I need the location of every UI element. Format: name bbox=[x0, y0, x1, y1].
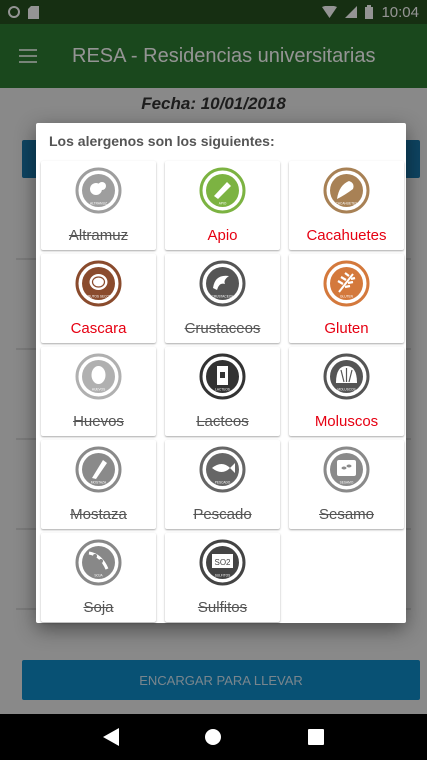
celery-icon: APIO bbox=[199, 167, 246, 214]
icon-caption: APIO bbox=[219, 202, 227, 206]
allergen-label: Moluscos bbox=[314, 413, 379, 430]
allergen-label: Lacteos bbox=[196, 413, 249, 430]
allergen-tile-cascara[interactable]: FRUTOS SECOS Cascara bbox=[41, 254, 156, 343]
icon-caption: SOJA bbox=[94, 574, 103, 578]
sulphite-icon: SO2 SULFITOS bbox=[199, 539, 246, 586]
allergen-label: Apio bbox=[207, 227, 238, 244]
fish-icon: PESCADO bbox=[199, 446, 246, 493]
icon-caption: ALTRAMUZ bbox=[90, 202, 107, 206]
wheat-icon: GLUTEN bbox=[323, 260, 370, 307]
dialog-title: Los alergenos son los siguientes: bbox=[49, 133, 275, 149]
icon-caption: SULFITOS bbox=[215, 574, 231, 578]
icon-caption: MOSTAZA bbox=[91, 481, 107, 485]
allergen-tile-gluten[interactable]: GLUTEN Gluten bbox=[289, 254, 404, 343]
allergen-label: Crustaceos bbox=[184, 320, 261, 337]
shell-icon: MOLUSCOS bbox=[323, 353, 370, 400]
icon-caption: SESAMO bbox=[340, 481, 354, 485]
allergen-tile-soja[interactable]: SOJA Soja bbox=[41, 533, 156, 622]
egg-icon: HUEVOS bbox=[75, 353, 122, 400]
lupin-icon: ALTRAMUZ bbox=[75, 167, 122, 214]
soy-icon: SOJA bbox=[75, 539, 122, 586]
sesame-icon: SESAMO bbox=[323, 446, 370, 493]
allergen-label: Gluten bbox=[324, 320, 369, 337]
allergen-label: Soja bbox=[83, 599, 114, 616]
home-icon[interactable] bbox=[204, 728, 222, 746]
back-icon[interactable] bbox=[102, 728, 119, 746]
allergen-tile-sesamo[interactable]: SESAMO Sesamo bbox=[289, 440, 404, 529]
allergen-tile-pescado[interactable]: PESCADO Pescado bbox=[165, 440, 280, 529]
allergen-label: Sesamo bbox=[318, 506, 375, 523]
peanut-icon: CACAHUETES bbox=[323, 167, 370, 214]
svg-text:SO2: SO2 bbox=[214, 558, 231, 567]
allergen-tile-crustaceos[interactable]: CRUSTACEOS Crustaceos bbox=[165, 254, 280, 343]
milk-icon: LACTEOS bbox=[199, 353, 246, 400]
allergen-tile-cacahuetes[interactable]: CACAHUETES Cacahuetes bbox=[289, 161, 404, 250]
icon-caption: PESCADO bbox=[215, 481, 231, 485]
allergen-tile-sulfitos[interactable]: SO2 SULFITOS Sulfitos bbox=[165, 533, 280, 622]
icon-caption: HUEVOS bbox=[92, 388, 105, 392]
icon-caption: CRUSTACEOS bbox=[212, 295, 234, 299]
allergen-label: Pescado bbox=[193, 506, 252, 523]
allergen-label: Cacahuetes bbox=[306, 227, 387, 244]
allergen-label: Altramuz bbox=[68, 227, 129, 244]
nut-icon: FRUTOS SECOS bbox=[75, 260, 122, 307]
allergen-tile-moluscos[interactable]: MOLUSCOS Moluscos bbox=[289, 347, 404, 436]
allergen-tile-lacteos[interactable]: LACTEOS Lacteos bbox=[165, 347, 280, 436]
allergen-tile-altramuz[interactable]: ALTRAMUZ Altramuz bbox=[41, 161, 156, 250]
crustacean-icon: CRUSTACEOS bbox=[199, 260, 246, 307]
icon-caption: FRUTOS SECOS bbox=[86, 295, 111, 299]
allergen-tile-huevos[interactable]: HUEVOS Huevos bbox=[41, 347, 156, 436]
allergen-tile-mostaza[interactable]: MOSTAZA Mostaza bbox=[41, 440, 156, 529]
icon-caption: CACAHUETES bbox=[336, 202, 358, 206]
allergens-dialog: Los alergenos son los siguientes: ALTRAM… bbox=[36, 123, 406, 623]
mustard-icon: MOSTAZA bbox=[75, 446, 122, 493]
navigation-bar bbox=[0, 714, 427, 760]
icon-caption: GLUTEN bbox=[340, 295, 354, 299]
allergen-label: Huevos bbox=[73, 413, 124, 430]
icon-caption: MOLUSCOS bbox=[337, 388, 355, 392]
recents-icon[interactable] bbox=[308, 729, 325, 745]
icon-caption: LACTEOS bbox=[215, 388, 230, 392]
allergen-label: Cascara bbox=[70, 320, 127, 337]
allergen-grid: ALTRAMUZ Altramuz APIO Apio CACAHUETES Cacahu… bbox=[41, 161, 404, 622]
allergen-tile-apio[interactable]: APIO Apio bbox=[165, 161, 280, 250]
allergen-label: Mostaza bbox=[70, 506, 127, 523]
allergen-label: Sulfitos bbox=[197, 599, 248, 616]
